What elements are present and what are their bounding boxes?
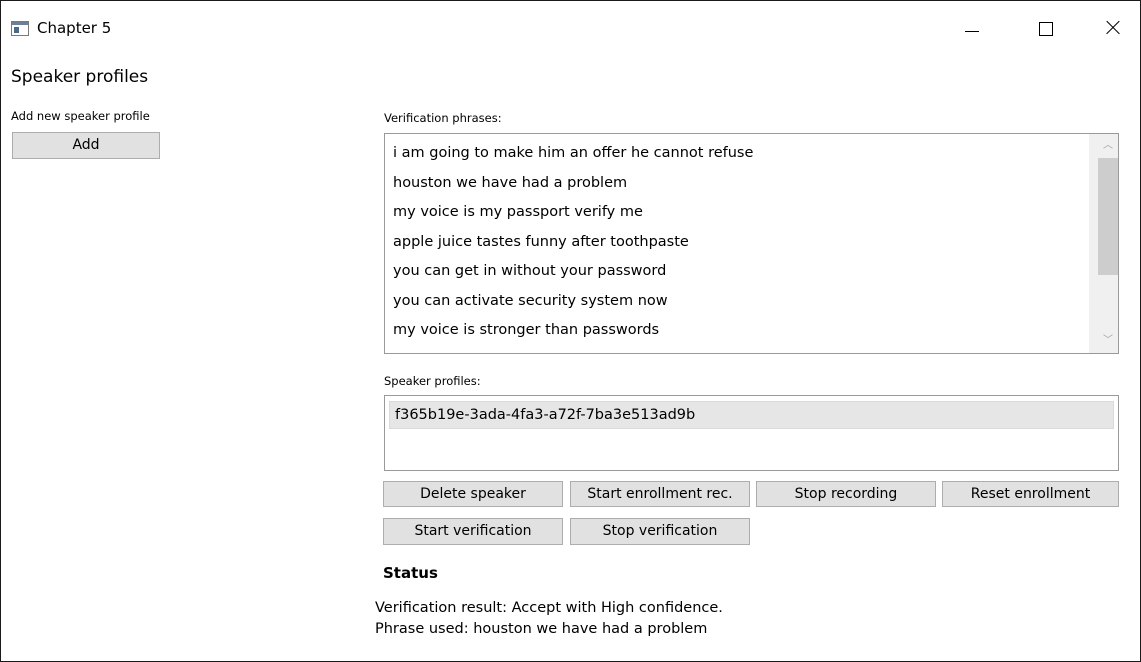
status-phrase-text: Phrase used: houston we have had a probl… xyxy=(375,621,708,637)
app-window-icon xyxy=(11,21,29,36)
minimize-icon xyxy=(965,31,979,32)
scrollbar-thumb[interactable] xyxy=(1098,158,1118,275)
minimize-button[interactable] xyxy=(949,7,995,47)
speaker-profiles-label: Speaker profiles: xyxy=(384,374,481,388)
maximize-button[interactable] xyxy=(1023,7,1069,47)
status-heading: Status xyxy=(383,564,438,582)
app-window: Chapter 5 Speaker profiles Add new speak… xyxy=(0,0,1141,662)
verification-phrases-list[interactable]: i am going to make him an offer he canno… xyxy=(384,133,1119,354)
maximize-icon xyxy=(1039,22,1053,36)
list-item[interactable]: apple juice tastes funny after toothpast… xyxy=(393,228,1083,258)
window-title: Chapter 5 xyxy=(37,19,112,37)
stop-recording-button[interactable]: Stop recording xyxy=(756,481,936,507)
close-button[interactable] xyxy=(1090,7,1136,47)
list-item[interactable]: houston we have had a problem xyxy=(393,169,1083,199)
delete-speaker-button[interactable]: Delete speaker xyxy=(383,481,563,507)
list-item[interactable]: my voice is stronger than passwords xyxy=(393,316,1083,346)
phrases-scrollbar[interactable]: ︿ ﹀ xyxy=(1089,134,1118,353)
list-item[interactable]: i am going to make him an offer he canno… xyxy=(393,139,1083,169)
chevron-up-icon[interactable]: ︿ xyxy=(1098,135,1118,157)
verification-phrases-label: Verification phrases: xyxy=(384,111,502,125)
reset-enrollment-button[interactable]: Reset enrollment xyxy=(942,481,1119,507)
title-bar[interactable]: Chapter 5 xyxy=(1,1,1140,55)
page-title: Speaker profiles xyxy=(11,67,149,87)
list-item[interactable]: you can activate security system now xyxy=(393,287,1083,317)
add-profile-label: Add new speaker profile xyxy=(11,109,150,123)
chevron-down-icon[interactable]: ﹀ xyxy=(1098,330,1118,352)
status-result-text: Verification result: Accept with High co… xyxy=(375,600,723,616)
close-icon xyxy=(1104,19,1121,36)
list-item[interactable]: you can get in without your password xyxy=(393,257,1083,287)
phrase-items: i am going to make him an offer he canno… xyxy=(393,139,1083,346)
speaker-profiles-list[interactable]: f365b19e-3ada-4fa3-a72f-7ba3e513ad9b xyxy=(384,395,1119,471)
add-button[interactable]: Add xyxy=(12,132,160,159)
start-verification-button[interactable]: Start verification xyxy=(383,518,563,545)
list-item[interactable]: f365b19e-3ada-4fa3-a72f-7ba3e513ad9b xyxy=(389,401,1114,429)
start-enrollment-button[interactable]: Start enrollment rec. xyxy=(570,481,750,507)
list-item[interactable]: my voice is my passport verify me xyxy=(393,198,1083,228)
stop-verification-button[interactable]: Stop verification xyxy=(570,518,750,545)
